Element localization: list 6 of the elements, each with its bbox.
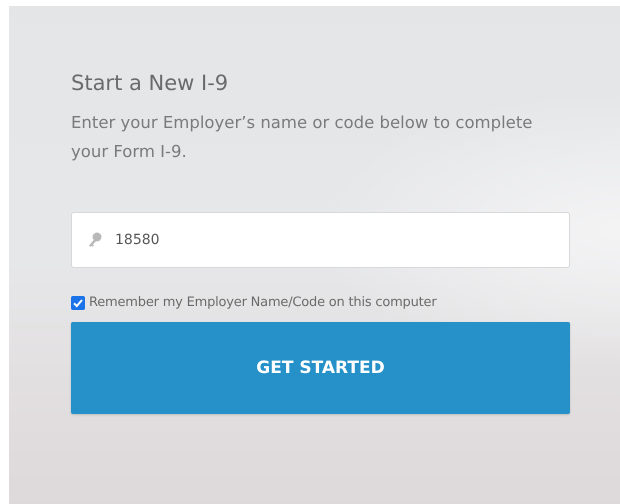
get-started-button[interactable]: GET STARTED (71, 322, 570, 414)
remember-label: Remember my Employer Name/Code on this computer (89, 295, 436, 310)
remember-checkbox[interactable] (71, 296, 85, 310)
form-title: Start a New I-9 (71, 70, 230, 97)
form-description: Enter your Employer’s name or code below to complete your Form I-9. (71, 112, 534, 163)
employer-code-field[interactable]: 18580 (71, 212, 570, 268)
